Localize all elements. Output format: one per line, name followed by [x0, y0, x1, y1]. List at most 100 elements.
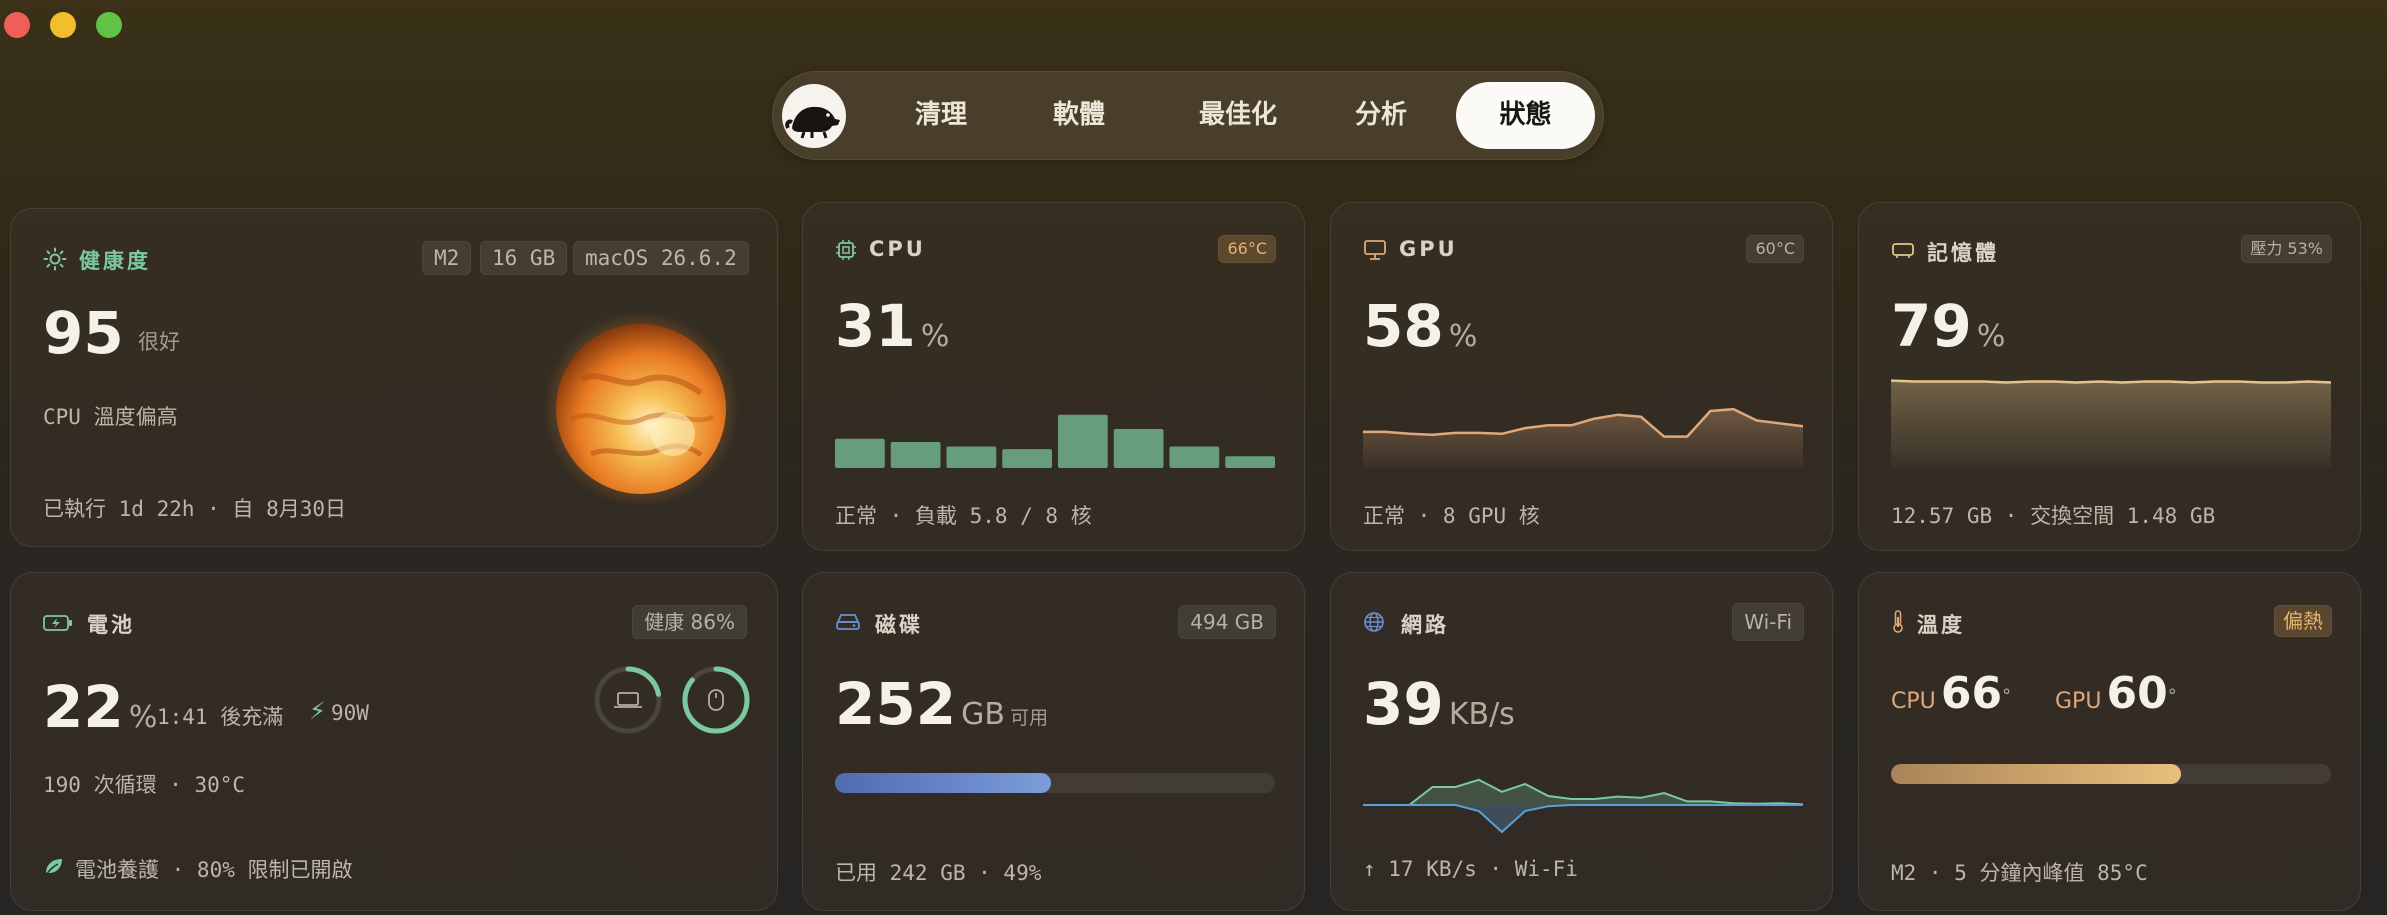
battery-card: 電池 健康 86% 22 % 1:41 後充滿 ⚡ 90W 190 次循環 · … — [10, 572, 778, 911]
cpu-temperature: CPU 66° — [1891, 668, 2011, 719]
cpu-core-bar — [835, 438, 885, 468]
gpu-temp-degree: ° — [2167, 685, 2177, 707]
memory-footer: 12.57 GB · 交換空間 1.48 GB — [1891, 504, 2216, 528]
memory-title: 記憶體 — [1927, 241, 1999, 265]
battery-icon — [43, 615, 72, 631]
network-speed-unit: KB/s — [1448, 697, 1515, 732]
gpu-percent: 58 — [1363, 292, 1444, 360]
cpu-core-bar — [1002, 449, 1052, 468]
health-title: 健康度 — [79, 249, 151, 273]
cpu-percent-unit: % — [920, 319, 950, 354]
memory-usage-line — [1891, 379, 2331, 384]
battery-title: 電池 — [87, 613, 135, 637]
memory-percent: 79 — [1891, 292, 1972, 360]
memory-usage-chart — [1891, 379, 2331, 468]
disk-free-value: 252 GB 可用 — [835, 675, 1048, 733]
temperature-footer: M2 · 5 分鐘內峰值 85°C — [1891, 861, 2148, 885]
zoom-button[interactable] — [96, 12, 122, 38]
cpu-temp-value: 66 — [1940, 668, 2003, 719]
network-footer: ↑ 17 KB/s · Wi-Fi — [1363, 857, 1578, 881]
temperature-bar — [1891, 764, 2331, 784]
tab-analyze[interactable]: 分析 — [1333, 82, 1429, 149]
close-button[interactable] — [4, 12, 30, 38]
gpu-temp-badge: 60°C — [1746, 235, 1804, 263]
cpu-core-bar — [946, 446, 997, 468]
cpu-core-bar — [1113, 429, 1164, 468]
download-area — [1363, 779, 1803, 805]
beaver-logo[interactable] — [782, 84, 846, 148]
tab-clean[interactable]: 清理 — [893, 82, 989, 149]
cpu-percent: 31 — [835, 292, 916, 360]
network-traffic-chart — [1363, 778, 1803, 834]
disk-title: 磁碟 — [875, 613, 923, 637]
laptop-battery-ring — [594, 666, 662, 734]
cpu-core-bar — [890, 442, 941, 468]
health-score: 95 — [43, 299, 124, 367]
display-icon — [1364, 240, 1386, 260]
minimize-button[interactable] — [50, 12, 76, 38]
battery-level: 22 % — [43, 678, 157, 736]
tab-status[interactable]: 狀態 — [1456, 82, 1595, 149]
chip-icon — [836, 240, 856, 260]
battery-percent-unit: % — [128, 700, 158, 735]
gpu-temperature: GPU 60° — [2055, 668, 2177, 719]
disk-usage-bar — [835, 773, 1275, 793]
cpu-footer: 正常 · 負載 5.8 / 8 核 — [835, 504, 1092, 528]
temperature-title: 溫度 — [1917, 613, 1965, 637]
chip-chip-model: M2 — [422, 241, 472, 275]
memory-usage-area — [1891, 380, 2331, 468]
battery-care: 電池養護 · 80% 限制已開啟 — [75, 858, 353, 882]
gpu-usage-value: 58 % — [1363, 297, 1477, 355]
gpu-temp-value: 60 — [2106, 668, 2168, 719]
thermometer-icon — [1893, 610, 1903, 633]
mouse-battery-ring — [682, 666, 750, 734]
gpu-card: GPU 60°C 58 % 正常 · 8 GPU 核 — [1330, 202, 1833, 551]
health-note: CPU 溫度偏高 — [43, 405, 178, 429]
temperature-card: 溫度 偏熱 CPU 66° GPU 60° M2 · 5 分鐘內峰值 85°C — [1858, 572, 2361, 911]
memory-pressure-badge: 壓力 53% — [2241, 235, 2332, 263]
gpu-usage-area — [1363, 409, 1803, 468]
network-card: 網路 Wi-Fi 39 KB/s ↑ 17 KB/s · Wi-Fi — [1330, 572, 1833, 911]
cpu-title: CPU — [869, 237, 926, 261]
memory-percent-unit: % — [1976, 319, 2006, 354]
network-title: 網路 — [1401, 613, 1449, 637]
temperature-status-chip: 偏熱 — [2274, 605, 2332, 637]
battery-percent: 22 — [43, 673, 124, 741]
laptop-icon — [614, 692, 642, 708]
disk-free-suffix: 可用 — [1010, 707, 1049, 729]
memory-icon — [1892, 243, 1914, 258]
uptime-text: 已執行 1d 22h · 自 8月30日 — [43, 497, 347, 521]
memory-card: 記憶體 壓力 53% 79 % 12.57 GB · 交換空間 1.48 GB — [1858, 202, 2361, 551]
upload-area — [1363, 805, 1803, 832]
sun-icon — [43, 247, 67, 271]
chip-memory-size: 16 GB — [480, 241, 568, 275]
disk-usage-fill — [835, 773, 1051, 793]
disk-free-unit: GB — [961, 697, 1005, 732]
network-speed-number: 39 — [1363, 670, 1444, 738]
gpu-temp-label: GPU — [2055, 689, 2102, 714]
disk-card: 磁碟 494 GB 252 GB 可用 已用 242 GB · 49% — [802, 572, 1305, 911]
gpu-percent-unit: % — [1448, 319, 1478, 354]
cpu-core-bar — [1169, 446, 1220, 468]
battery-cycles: 190 次循環 · 30°C — [43, 773, 246, 797]
health-rating: 很好 — [138, 330, 180, 354]
disk-free-number: 252 — [835, 670, 957, 738]
cpu-core-bar — [1058, 414, 1108, 468]
battery-power: 90W — [331, 701, 369, 725]
tab-optimize[interactable]: 最佳化 — [1173, 82, 1303, 149]
tab-software[interactable]: 軟體 — [1031, 82, 1127, 149]
disk-footer: 已用 242 GB · 49% — [835, 861, 1042, 885]
network-speed-value: 39 KB/s — [1363, 675, 1515, 733]
charging-bolt-icon: ⚡ — [309, 697, 326, 725]
network-type-chip: Wi-Fi — [1732, 603, 1804, 641]
gpu-usage-chart — [1363, 407, 1803, 468]
top-navigation: 清理 軟體 最佳化 分析 狀態 — [772, 71, 1604, 160]
temperature-fill — [1891, 764, 2182, 784]
globe-icon — [1364, 612, 1384, 632]
chip-os-version: macOS 26.6.2 — [573, 241, 749, 275]
gpu-footer: 正常 · 8 GPU 核 — [1363, 504, 1540, 528]
planet-graphic — [543, 311, 739, 507]
cpu-temp-label: CPU — [1891, 689, 1936, 714]
cpu-temp-degree: ° — [2002, 685, 2012, 707]
drive-icon — [836, 614, 860, 630]
